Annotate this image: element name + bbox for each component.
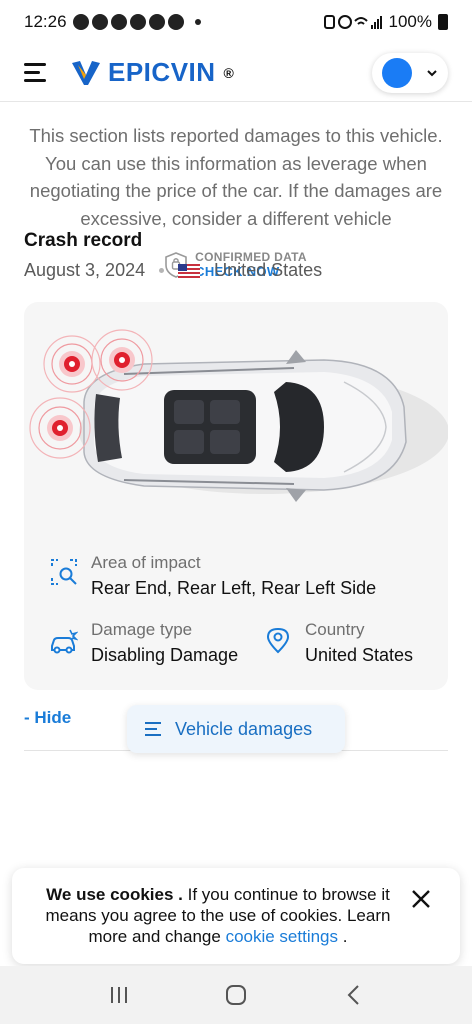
impact-marker-rear-left-side xyxy=(43,335,101,393)
cookie-settings-link[interactable]: cookie settings xyxy=(226,927,338,946)
logo-text: EPICVIN xyxy=(108,57,216,87)
damage-type-value: Disabling Damage xyxy=(91,645,239,665)
cookie-banner: We use cookies . If you continue to brow… xyxy=(12,868,460,964)
whatsapp-icon xyxy=(167,14,184,30)
impact-marker-rear-end xyxy=(29,397,91,459)
location-pin-icon xyxy=(266,627,290,654)
more-notifications-icon xyxy=(194,19,201,25)
account-menu-button[interactable] xyxy=(372,53,448,93)
vehicle-damages-button[interactable]: Vehicle damages xyxy=(127,705,345,753)
area-of-impact-value: Rear End, Rear Left, Rear Left Side xyxy=(91,578,377,598)
epicvin-logo[interactable]: EPICVIN ® xyxy=(70,57,234,88)
separator-dot xyxy=(159,268,165,273)
status-time: 12:26 xyxy=(24,12,67,31)
signal-icons xyxy=(323,15,382,29)
battery-icon xyxy=(438,14,448,30)
cookie-end: . xyxy=(338,927,348,946)
menu-icon[interactable] xyxy=(24,63,48,82)
country-value: United States xyxy=(305,645,414,665)
crash-record-title: Crash record xyxy=(24,230,143,251)
cookie-title: We use cookies . xyxy=(46,885,183,904)
app-header: EPICVIN ® xyxy=(0,44,472,102)
whatsapp-icon xyxy=(129,14,146,30)
chevron-down-icon xyxy=(427,69,437,76)
home-icon[interactable] xyxy=(216,980,256,1010)
crash-meta: August 3, 2024 United States xyxy=(24,260,322,281)
avatar xyxy=(382,57,412,88)
logo-icon xyxy=(72,60,100,85)
recent-apps-icon[interactable] xyxy=(99,980,139,1010)
whatsapp-icon xyxy=(148,14,165,30)
crash-country: United States xyxy=(214,260,323,280)
hide-link[interactable]: - Hide xyxy=(24,708,71,728)
country-label: Country xyxy=(305,620,365,639)
system-nav-bar xyxy=(0,966,472,1024)
crash-date: August 3, 2024 xyxy=(24,260,146,280)
damage-type-label: Damage type xyxy=(91,620,193,639)
battery-percent: 100% xyxy=(388,12,432,31)
messenger-icon xyxy=(72,14,89,30)
list-icon xyxy=(145,722,161,736)
status-bar: 12:26 100% xyxy=(0,0,472,44)
notification-icons xyxy=(72,14,201,30)
whatsapp-icon xyxy=(110,14,127,30)
impact-marker-rear-left xyxy=(91,329,153,391)
crash-card: Area of impact Rear End, Rear Left, Rear… xyxy=(24,302,448,690)
impact-area-icon xyxy=(51,559,77,585)
us-flag-icon xyxy=(178,263,201,278)
section-description: This section lists reported damages to t… xyxy=(29,125,443,229)
chat-icon xyxy=(91,14,108,30)
damage-car-icon xyxy=(51,629,78,654)
logo-registered: ® xyxy=(223,64,234,81)
system-icons: 100% xyxy=(323,12,448,32)
car-damage-diagram xyxy=(29,329,448,502)
area-of-impact-label: Area of impact xyxy=(91,553,201,572)
close-icon[interactable] xyxy=(410,888,432,910)
vehicle-damages-label: Vehicle damages xyxy=(175,718,313,739)
main-content: This section lists reported damages to t… xyxy=(0,102,472,279)
back-icon[interactable] xyxy=(333,980,373,1010)
